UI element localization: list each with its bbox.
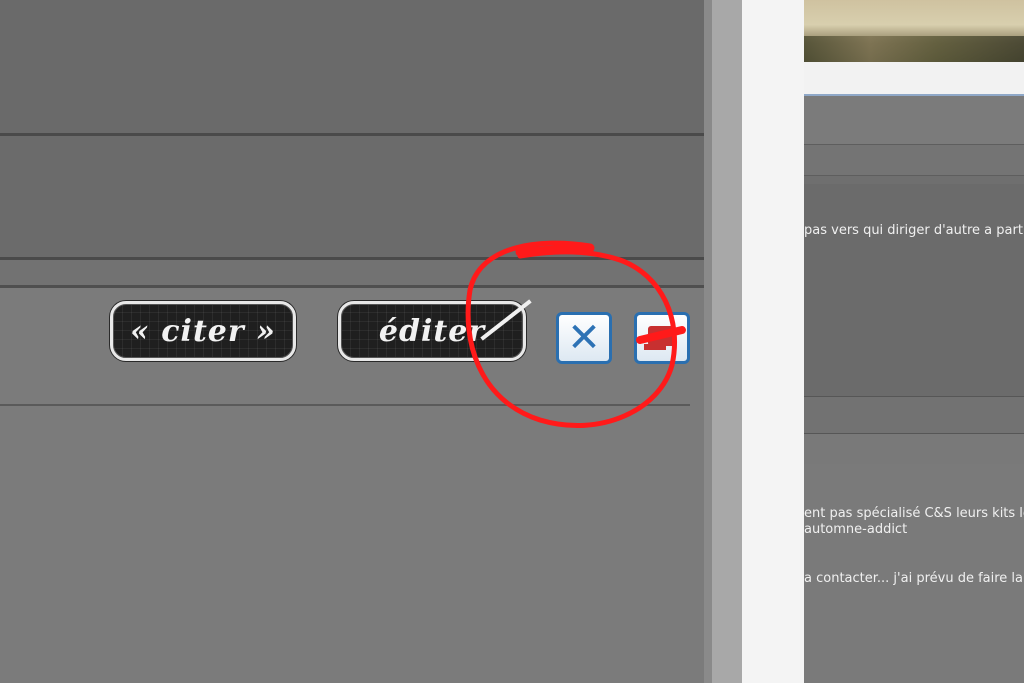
post-header-band (0, 260, 704, 285)
header-band (0, 0, 704, 133)
delete-button[interactable]: ✕ (556, 312, 612, 364)
edit-button[interactable]: éditer (338, 299, 532, 361)
banner-image-detail (804, 36, 1024, 62)
header-band (804, 96, 1024, 144)
header-band (804, 145, 1024, 175)
quote-button[interactable]: « citer » (110, 301, 296, 361)
post-header-band (804, 397, 1024, 433)
report-icon (644, 326, 676, 350)
post-separator (0, 404, 690, 406)
post-text: pas vers qui diriger d'autre a part (804, 223, 1023, 238)
forum-preview-pane: pas vers qui diriger d'autre a part ent … (804, 0, 1024, 683)
post-text: a contacter... j'ai prévu de faire la p (804, 571, 1024, 586)
quote-button-label: « citer » (130, 313, 276, 349)
forum-post-zoomed: « citer » éditer ✕ (0, 0, 704, 683)
window-background (742, 0, 804, 683)
header-band (804, 176, 1024, 184)
window-divider (704, 0, 712, 683)
header-band (0, 136, 704, 257)
edit-button-label: éditer (378, 313, 486, 349)
nav-bar (804, 62, 1024, 96)
post-header-band (804, 434, 1024, 464)
report-button[interactable] (634, 312, 690, 364)
post-text: ent pas spécialisé C&S leurs kits le (804, 506, 1024, 521)
pencil-icon (480, 299, 532, 341)
post-text: automne-addict (804, 522, 908, 537)
close-icon: ✕ (567, 315, 601, 361)
post-body (804, 184, 1024, 396)
window-divider (712, 0, 742, 683)
